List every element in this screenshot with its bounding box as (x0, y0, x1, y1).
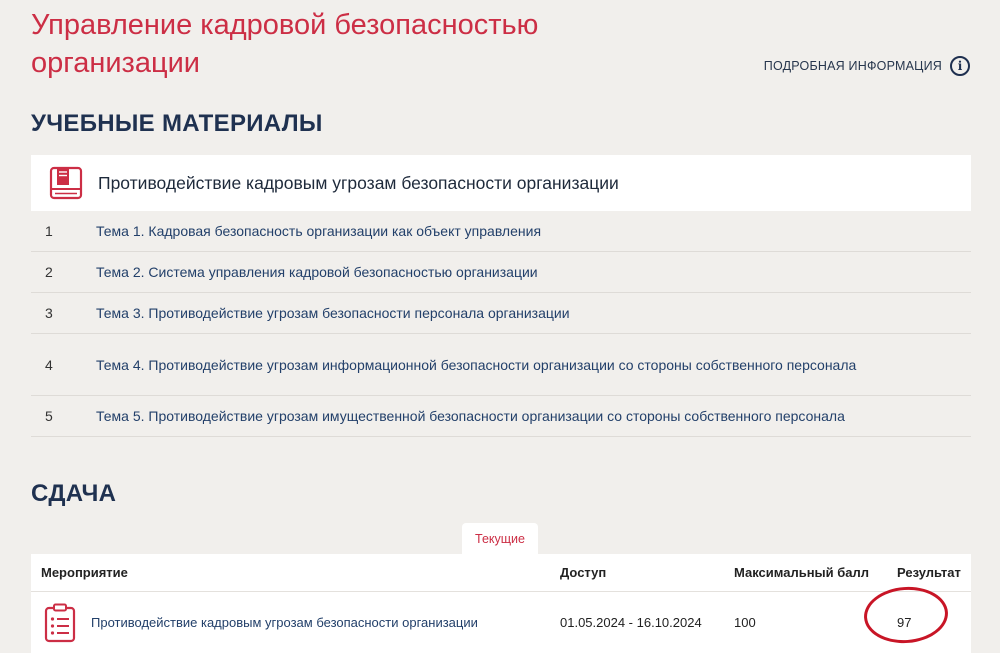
materials-heading: УЧЕБНЫЕ МАТЕРИАЛЫ (31, 110, 323, 137)
topic-number: 1 (45, 223, 53, 239)
column-header-result: Результат (897, 565, 961, 580)
more-info-label: ПОДРОБНАЯ ИНФОРМАЦИЯ (763, 59, 942, 73)
more-info-link[interactable]: ПОДРОБНАЯ ИНФОРМАЦИЯ i (764, 56, 970, 76)
topic-link[interactable]: Тема 5. Противодействие угрозам имуществ… (96, 406, 971, 426)
result-cell: 97 (862, 584, 971, 646)
topic-row[interactable]: 1 Тема 1. Кадровая безопасность организа… (31, 211, 971, 252)
submission-heading: СДАЧА (31, 480, 117, 507)
tab-current[interactable]: Текущие (462, 523, 538, 555)
book-icon (49, 166, 83, 200)
checklist-icon (44, 603, 76, 642)
topic-link[interactable]: Тема 2. Система управления кадровой безо… (96, 262, 971, 282)
topic-link[interactable]: Тема 4. Противодействие угрозам информац… (96, 355, 971, 375)
result-annotation-circle (862, 584, 950, 646)
column-header-access: Доступ (560, 565, 607, 580)
access-cell: 01.05.2024 - 16.10.2024 (560, 615, 702, 630)
event-link[interactable]: Противодействие кадровым угрозам безопас… (91, 615, 478, 630)
column-header-event: Мероприятие (41, 565, 128, 580)
topic-number: 3 (45, 305, 53, 321)
materials-card-title: Противодействие кадровым угрозам безопас… (98, 172, 619, 193)
info-circle-icon[interactable]: i (950, 56, 970, 76)
topic-row[interactable]: 5 Тема 5. Противодействие угрозам имущес… (31, 396, 971, 437)
topic-link[interactable]: Тема 3. Противодействие угрозам безопасн… (96, 303, 971, 323)
topic-row[interactable]: 3 Тема 3. Противодействие угрозам безопа… (31, 293, 971, 334)
course-page: Управление кадровой безопасностью органи… (0, 0, 1000, 653)
topic-number: 5 (45, 408, 53, 424)
event-cell: Противодействие кадровым угрозам безопас… (31, 603, 560, 643)
materials-card: Противодействие кадровым угрозам безопас… (31, 155, 971, 437)
topic-row[interactable]: 4 Тема 4. Противодействие угрозам информ… (31, 334, 971, 396)
topic-number: 2 (45, 264, 53, 280)
course-title: Управление кадровой безопасностью органи… (31, 9, 539, 79)
topic-number: 4 (45, 356, 53, 373)
table-header: Мероприятие Доступ Максимальный балл Рез… (31, 554, 971, 592)
topic-link[interactable]: Тема 1. Кадровая безопасность организаци… (96, 221, 971, 241)
table-row: Противодействие кадровым угрозам безопас… (31, 584, 971, 653)
materials-card-header[interactable]: Противодействие кадровым угрозам безопас… (31, 155, 971, 211)
column-header-max-score: Максимальный балл (734, 565, 870, 580)
topic-row[interactable]: 2 Тема 2. Система управления кадровой бе… (31, 252, 971, 293)
submission-table: Мероприятие Доступ Максимальный балл Рез… (31, 554, 971, 653)
